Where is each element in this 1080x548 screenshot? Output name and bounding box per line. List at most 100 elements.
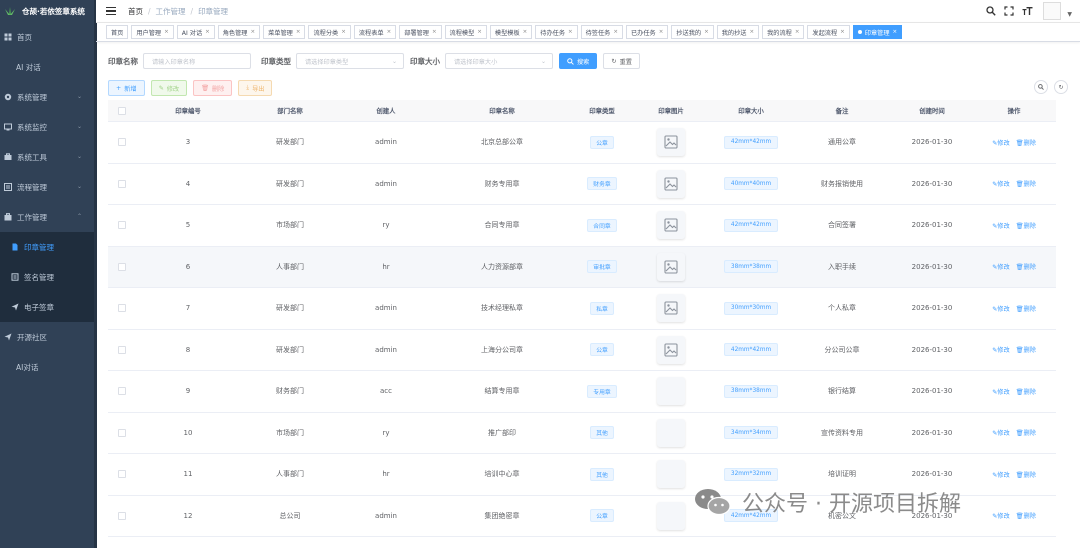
seal-image-thumbnail[interactable]	[657, 252, 685, 281]
export-button[interactable]: ⤓ 导出	[238, 80, 273, 96]
close-icon[interactable]: ×	[568, 29, 573, 35]
tab-15[interactable]: 我的流程 ×	[762, 25, 805, 39]
row-edit-link[interactable]: ✎修改	[992, 345, 1010, 354]
tab-10[interactable]: 待办任务 ×	[535, 25, 578, 39]
header-remark[interactable]: 备注	[792, 106, 892, 115]
tab-4[interactable]: 菜单管理 ×	[263, 25, 306, 39]
seal-image-thumbnail[interactable]	[657, 377, 685, 406]
table-row[interactable]: 4 研发部门 admin 财务专用章 财务章 40mm*40mm 财务报销使用 2026-01…	[108, 164, 1056, 205]
row-checkbox[interactable]	[108, 262, 136, 271]
breadcrumb-parent[interactable]: 工作管理	[156, 6, 186, 17]
close-icon[interactable]: ×	[432, 29, 437, 35]
close-icon[interactable]: ×	[205, 29, 210, 35]
close-icon[interactable]: ×	[341, 29, 346, 35]
row-delete-link[interactable]: 🗑删除	[1016, 511, 1036, 520]
row-checkbox[interactable]	[108, 179, 136, 188]
tab-7[interactable]: 部署管理 ×	[399, 25, 442, 39]
delete-button[interactable]: 🗑 删除	[193, 80, 233, 96]
row-delete-link[interactable]: 🗑删除	[1016, 221, 1036, 230]
sidebar-item-6[interactable]: 工作管理 ⌃	[0, 202, 96, 232]
seal-type-select[interactable]: 请选择印章类型 ⌄	[296, 53, 404, 69]
close-icon[interactable]: ×	[749, 29, 754, 35]
refresh-icon[interactable]: ↻	[1054, 80, 1068, 94]
row-checkbox[interactable]	[108, 387, 136, 396]
table-row[interactable]: 8 研发部门 admin 上海分公司章 公章 42mm*42mm 分公司公章 2026-01-…	[108, 330, 1056, 371]
row-delete-link[interactable]: 🗑删除	[1016, 387, 1036, 396]
select-all-checkbox[interactable]	[108, 106, 136, 115]
row-edit-link[interactable]: ✎修改	[992, 304, 1010, 313]
close-icon[interactable]: ×	[893, 29, 898, 35]
reset-button[interactable]: ↻ 重置	[603, 53, 640, 69]
header-creator[interactable]: 创建人	[340, 106, 432, 115]
seal-image-thumbnail[interactable]	[657, 460, 685, 489]
tab-8[interactable]: 流程模型 ×	[444, 25, 487, 39]
table-row[interactable]: 6 人事部门 hr 人力资源部章 审批章 38mm*38mm 入职手续 2026-01-30 ✎…	[108, 246, 1056, 288]
seal-image-thumbnail[interactable]	[657, 335, 685, 364]
header-seal-type[interactable]: 印章类型	[572, 106, 632, 115]
row-checkbox[interactable]	[108, 470, 136, 479]
table-row[interactable]: 7 研发部门 admin 技术经理私章 私章 30mm*30mm 个人私章 2026-01-3…	[108, 288, 1056, 330]
font-size-icon[interactable]	[1021, 5, 1033, 17]
add-button[interactable]: + 新增	[108, 80, 145, 96]
sidebar-item-9[interactable]: 电子签章	[0, 292, 96, 322]
seal-image-thumbnail[interactable]	[657, 418, 685, 447]
search-icon[interactable]	[985, 5, 997, 17]
close-icon[interactable]: ×	[659, 29, 664, 35]
tab-14[interactable]: 我的抄送 ×	[716, 25, 760, 39]
close-icon[interactable]: ×	[296, 29, 301, 35]
close-icon[interactable]: ×	[387, 29, 392, 35]
sidebar-item-3[interactable]: 系统监控 ⌄	[0, 112, 96, 142]
sidebar-item-8[interactable]: 签名管理	[0, 262, 96, 292]
tab-9[interactable]: 模型模板 ×	[489, 25, 533, 39]
header-seal-name[interactable]: 印章名称	[432, 106, 572, 115]
row-edit-link[interactable]: ✎修改	[992, 138, 1010, 147]
sidebar-item-0[interactable]: 首页	[0, 22, 96, 52]
tab-13[interactable]: 抄送我的 ×	[671, 25, 714, 39]
row-edit-link[interactable]: ✎修改	[992, 470, 1010, 479]
close-icon[interactable]: ×	[523, 29, 528, 35]
row-delete-link[interactable]: 🗑删除	[1016, 470, 1036, 479]
tab-16[interactable]: 发起流程 ×	[807, 25, 850, 39]
row-checkbox[interactable]	[108, 428, 136, 437]
row-edit-link[interactable]: ✎修改	[992, 428, 1010, 437]
tab-0[interactable]: 首页	[106, 25, 129, 39]
seal-size-select[interactable]: 请选择印章大小 ⌄	[445, 53, 553, 69]
row-checkbox[interactable]	[108, 221, 136, 230]
row-checkbox[interactable]	[108, 511, 136, 520]
row-edit-link[interactable]: ✎修改	[992, 387, 1010, 396]
sidebar-item-2[interactable]: 系统管理 ⌄	[0, 82, 96, 112]
close-icon[interactable]: ×	[840, 29, 845, 35]
close-icon[interactable]: ×	[613, 29, 618, 35]
hamburger-icon[interactable]	[106, 7, 116, 15]
header-seal-size[interactable]: 印章大小	[710, 106, 792, 115]
row-delete-link[interactable]: 🗑删除	[1016, 428, 1036, 437]
row-edit-link[interactable]: ✎修改	[992, 179, 1010, 188]
header-seal-id[interactable]: 印章编号	[136, 106, 240, 115]
row-checkbox[interactable]	[108, 138, 136, 147]
sidebar-item-7[interactable]: 印章管理	[0, 232, 96, 262]
tab-5[interactable]: 流程分类 ×	[308, 25, 351, 39]
table-row[interactable]: 9 财务部门 acc 结算专用章 专用章 38mm*38mm 银行结算 2026-01-30 ✎…	[108, 371, 1056, 413]
sidebar-item-5[interactable]: 流程管理 ⌄	[0, 172, 96, 202]
breadcrumb-home[interactable]: 首页	[128, 6, 143, 17]
row-delete-link[interactable]: 🗑删除	[1016, 345, 1036, 354]
row-edit-link[interactable]: ✎修改	[992, 262, 1010, 271]
edit-button[interactable]: ✎ 修改	[150, 80, 188, 96]
seal-image-thumbnail[interactable]	[657, 501, 685, 530]
row-delete-link[interactable]: 🗑删除	[1016, 138, 1036, 147]
chevron-down-icon[interactable]: ▼	[1067, 11, 1072, 18]
close-icon[interactable]: ×	[251, 29, 256, 35]
seal-image-thumbnail[interactable]	[657, 211, 685, 240]
row-delete-link[interactable]: 🗑删除	[1016, 262, 1036, 271]
close-icon[interactable]: ×	[704, 29, 709, 35]
tab-11[interactable]: 待签任务 ×	[580, 25, 623, 39]
toggle-search-icon[interactable]	[1034, 80, 1048, 94]
close-icon[interactable]: ×	[164, 29, 169, 35]
row-delete-link[interactable]: 🗑删除	[1016, 179, 1036, 188]
sidebar-item-1[interactable]: AI 对话	[0, 52, 96, 82]
row-edit-link[interactable]: ✎修改	[992, 221, 1010, 230]
fullscreen-icon[interactable]	[1003, 5, 1015, 17]
sidebar-item-10[interactable]: 开源社区	[0, 322, 96, 352]
seal-image-thumbnail[interactable]	[657, 128, 685, 157]
sidebar-item-11[interactable]: AI对话	[0, 352, 96, 382]
